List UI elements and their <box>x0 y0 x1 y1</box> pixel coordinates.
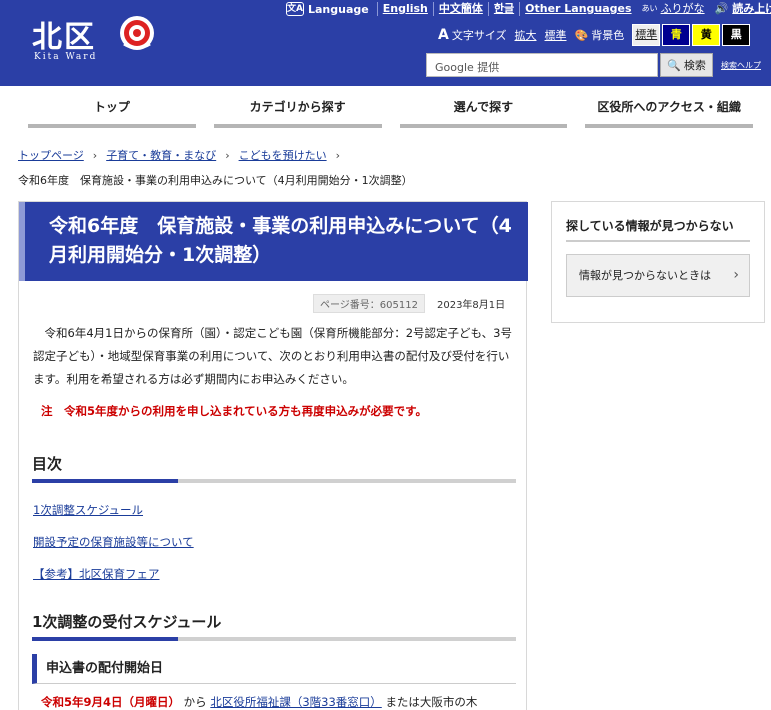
bg-blue-button[interactable]: 青 <box>662 24 691 46</box>
palette-icon: 🎨 <box>574 28 589 42</box>
site-header: 北区 Kita Ward 文A Language English 中文簡体 한글… <box>0 0 771 86</box>
breadcrumb-childcare[interactable]: 子育て・教育・まなび <box>106 147 216 163</box>
bg-yellow-button[interactable]: 黄 <box>692 24 721 46</box>
lang-korean-link[interactable]: 한글 <box>487 2 519 16</box>
page-title: 令和6年度 保育施設・事業の利用申込みについて（4月利用開始分・1次調整） <box>49 215 512 266</box>
breadcrumb: トップページ › 子育て・教育・まなび › こどもを預けたい › <box>18 147 349 163</box>
global-nav: トップ カテゴリから探す 選んで探す 区役所へのアクセス・組織 <box>28 94 753 128</box>
chevron-right-icon: › <box>92 148 98 162</box>
heading-accent <box>32 479 178 483</box>
logo-subtitle: Kita Ward <box>34 52 98 62</box>
chevron-right-icon: › <box>733 267 739 283</box>
not-found-button-label: 情報が見つからないときは <box>579 269 711 282</box>
search-button-label: 検索 <box>683 59 706 72</box>
furigana-link[interactable]: あい ふりがな <box>637 2 710 16</box>
toc-link-fair[interactable]: 【参考】北区保育フェア <box>33 566 160 582</box>
toc-heading-text: 目次 <box>32 455 63 473</box>
nav-top[interactable]: トップ <box>28 94 196 128</box>
font-size-label: A 文字サイズ <box>438 27 507 43</box>
schedule-heading: 1次調整の受付スケジュール <box>32 611 516 641</box>
schedule-date: 令和5年9月4日（月曜日） <box>41 695 181 709</box>
nav-select[interactable]: 選んで探す <box>399 94 568 128</box>
language-label: Language <box>308 2 369 16</box>
font-size-text: 文字サイズ <box>451 29 507 42</box>
lang-english-link[interactable]: English <box>376 2 433 16</box>
search-button[interactable]: 🔍 検索 <box>660 53 713 77</box>
font-enlarge-button[interactable]: 拡大 <box>515 27 537 43</box>
schedule-rest: または大阪市の木 <box>385 695 478 709</box>
site-logo[interactable]: 北区 Kita Ward <box>30 10 160 70</box>
nav-category[interactable]: カテゴリから探す <box>213 94 382 128</box>
search-icon: 🔍 <box>667 58 681 72</box>
schedule-line: 令和5年9月4日（月曜日） から 北区役所福祉課（3階33番窓口） または大阪市… <box>41 694 477 710</box>
translate-icon: 文A <box>286 2 304 16</box>
bg-black-button[interactable]: 黒 <box>722 24 751 46</box>
schedule-from: から <box>183 695 207 709</box>
furigana-label: ふりがな <box>660 2 705 15</box>
language-bar: 文A Language English 中文簡体 한글 Other Langua… <box>286 0 771 18</box>
speaker-icon: 🔊 <box>714 2 729 15</box>
search-help-link[interactable]: 検索ヘルプ <box>721 60 761 71</box>
intro-text: 令和6年4月1日からの保育所（園）・認定こども園（保育所機能部分：2号認定子ども… <box>33 326 512 386</box>
bg-color-label: 🎨 背景色 <box>575 27 625 43</box>
chevron-right-icon: › <box>225 148 230 162</box>
toc-link-new-facilities[interactable]: 開設予定の保育施設等について <box>33 534 194 550</box>
page-meta: ページ番号：605112 2023年8月1日 <box>313 294 505 313</box>
heading-accent <box>32 637 178 641</box>
accessibility-toolbar: A 文字サイズ 拡大 標準 🎨 背景色 標準 青 黄 黒 <box>438 24 752 46</box>
toc-link-schedule[interactable]: 1次調整スケジュール <box>33 502 143 518</box>
read-aloud-label: 読み上げ <box>732 2 771 15</box>
schedule-heading-text: 1次調整の受付スケジュール <box>32 613 222 631</box>
sidebar-title: 探している情報が見つからない <box>566 219 734 233</box>
font-standard-button[interactable]: 標準 <box>545 27 567 43</box>
logo-text: 北区 <box>32 20 96 55</box>
font-size-icon: A <box>438 27 449 43</box>
page-title-box: 令和6年度 保育施設・事業の利用申込みについて（4月利用開始分・1次調整） <box>19 202 528 281</box>
nav-access[interactable]: 区役所へのアクセス・組織 <box>585 94 753 128</box>
sidebar-not-found: 探している情報が見つからない 情報が見つからないときは › <box>551 201 765 323</box>
chevron-right-icon: › <box>335 148 340 162</box>
lang-other-link[interactable]: Other Languages <box>519 2 636 16</box>
ward-emblem-icon <box>120 16 154 50</box>
breadcrumb-current: 令和6年度 保育施設・事業の利用申込みについて（4月利用開始分・1次調整） <box>18 174 413 187</box>
sidebar-divider <box>566 240 750 242</box>
welfare-section-link[interactable]: 北区役所福祉課（3階33番窓口） <box>210 695 381 709</box>
breadcrumb-daycare[interactable]: こどもを預けたい <box>239 147 327 163</box>
toc-heading: 目次 <box>32 453 516 483</box>
furigana-ruby: あい <box>641 4 658 13</box>
bg-color-text: 背景色 <box>591 29 625 42</box>
notice-text: 注 令和5年度からの利用を申し込まれている方も再度申込みが必要です。 <box>41 404 428 418</box>
read-aloud-link[interactable]: 🔊 読み上げ <box>710 2 771 16</box>
language-link[interactable]: 文A Language <box>286 2 377 16</box>
not-found-button[interactable]: 情報が見つからないときは › <box>566 254 750 297</box>
bg-standard-button[interactable]: 標準 <box>632 24 661 46</box>
distribution-start-heading: 申込書の配付開始日 <box>32 654 516 684</box>
search-input[interactable]: Google 提供 <box>426 53 658 77</box>
lang-chinese-link[interactable]: 中文簡体 <box>432 2 488 16</box>
main-content: 令和6年度 保育施設・事業の利用申込みについて（4月利用開始分・1次調整） ペー… <box>18 201 528 710</box>
breadcrumb-home[interactable]: トップページ <box>18 147 84 163</box>
update-date: 2023年8月1日 <box>436 300 506 311</box>
page-number: ページ番号：605112 <box>313 294 425 313</box>
